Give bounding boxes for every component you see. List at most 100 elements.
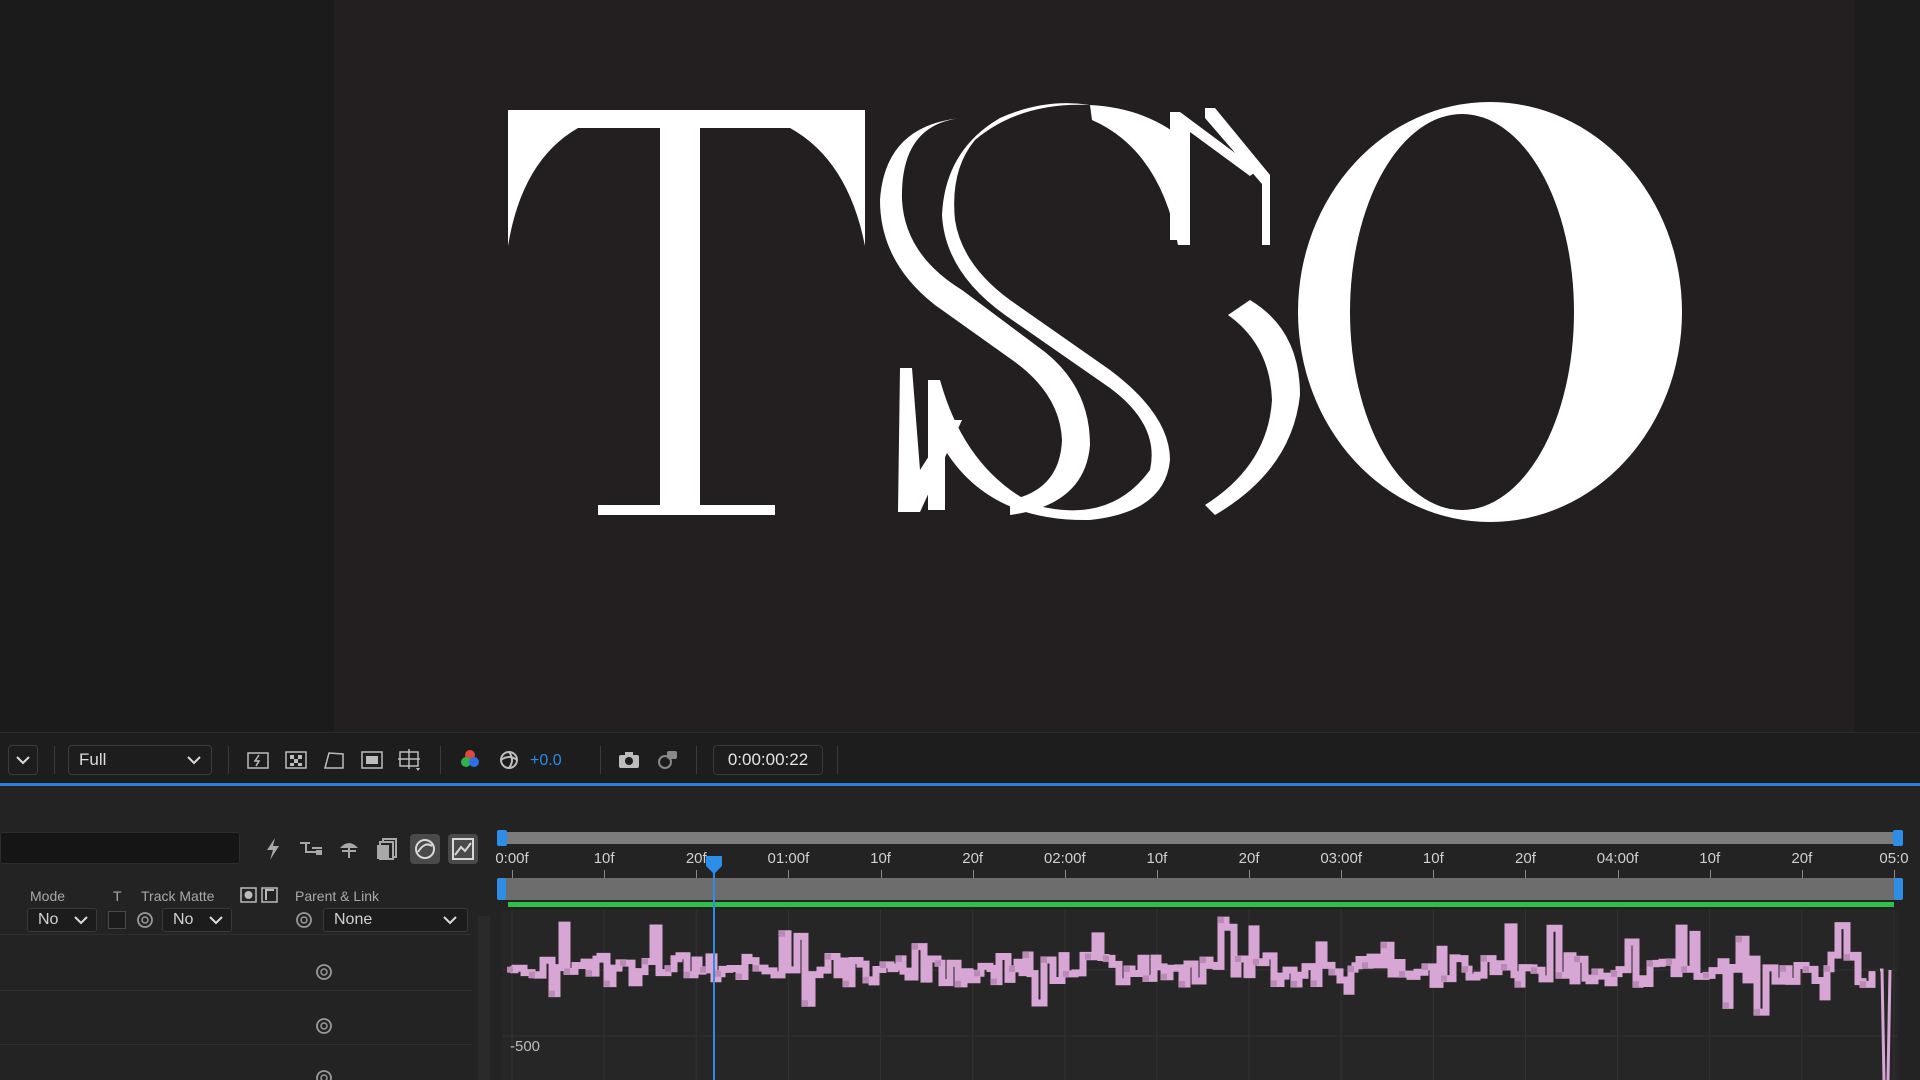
keyframe[interactable]	[1754, 1009, 1760, 1016]
keyframe[interactable]	[1736, 936, 1742, 943]
keyframe[interactable]	[564, 968, 570, 975]
keyframe[interactable]	[896, 955, 902, 962]
mask-visibility-button[interactable]	[319, 745, 349, 775]
keyframe[interactable]	[1860, 981, 1866, 988]
keyframe[interactable]	[1666, 959, 1672, 966]
keyframe[interactable]	[1556, 972, 1562, 979]
frame-blending-button[interactable]	[334, 834, 364, 864]
keyframe[interactable]	[1501, 963, 1507, 970]
keyframe[interactable]	[974, 970, 980, 977]
time-navigator[interactable]	[502, 878, 1898, 900]
keyframe[interactable]	[1009, 965, 1015, 972]
keyframe[interactable]	[1311, 980, 1317, 987]
mode-header[interactable]: Mode	[30, 888, 65, 904]
keyframe[interactable]	[1124, 965, 1130, 972]
parent-pickwhip[interactable]	[293, 910, 315, 935]
graph-view-button[interactable]	[448, 834, 478, 864]
keyframe[interactable]	[507, 966, 513, 973]
keyframe[interactable]	[1235, 956, 1241, 963]
keyframe[interactable]	[1824, 965, 1830, 972]
keyframe[interactable]	[700, 966, 706, 973]
property-pickwhip[interactable]	[313, 1016, 335, 1041]
keyframe[interactable]	[1803, 966, 1809, 973]
layer-search-input[interactable]	[0, 832, 240, 864]
current-time-indicator[interactable]	[713, 860, 715, 1080]
keyframe[interactable]	[1200, 957, 1206, 964]
keyframe[interactable]	[1179, 980, 1185, 987]
keyframe[interactable]	[1218, 917, 1224, 924]
viewer-menu-button[interactable]	[8, 745, 38, 775]
keyframe[interactable]	[1723, 1002, 1729, 1009]
keyframe[interactable]	[1844, 954, 1850, 961]
preserve-transparency-header[interactable]: T	[113, 888, 122, 904]
keyframe[interactable]	[549, 990, 555, 997]
draft-3d-button[interactable]	[258, 834, 288, 864]
color-management-button[interactable]	[494, 745, 524, 775]
keyframe[interactable]	[1161, 973, 1167, 980]
keyframe[interactable]	[1531, 967, 1537, 974]
parent-dropdown[interactable]: None	[323, 908, 468, 932]
navigator-end-handle[interactable]	[1894, 878, 1903, 900]
keyframe[interactable]	[1422, 963, 1428, 970]
keyframe[interactable]	[753, 965, 759, 972]
keyframe[interactable]	[935, 960, 941, 967]
layer-scrollbar[interactable]	[478, 916, 490, 1080]
keyframe[interactable]	[1592, 968, 1598, 975]
keyframe[interactable]	[1703, 972, 1709, 979]
keyframe[interactable]	[1103, 955, 1109, 962]
keyframe[interactable]	[736, 973, 742, 980]
keyframe[interactable]	[880, 961, 886, 968]
resolution-dropdown[interactable]: Full	[68, 745, 212, 775]
keyframe[interactable]	[1780, 965, 1786, 972]
keyframe[interactable]	[1348, 966, 1354, 973]
keyframe[interactable]	[1041, 957, 1047, 964]
keyframe[interactable]	[1399, 971, 1405, 978]
show-snapshot-button[interactable]	[652, 745, 682, 775]
keyframe[interactable]	[642, 958, 648, 965]
keyframe[interactable]	[1143, 975, 1149, 982]
navigator-start-handle[interactable]	[497, 878, 506, 900]
keyframe[interactable]	[912, 943, 918, 950]
graph-editor[interactable]	[502, 910, 1898, 1080]
channels-button[interactable]	[455, 745, 485, 775]
preserve-transparency-checkbox[interactable]	[108, 911, 126, 929]
keyframe[interactable]	[802, 1000, 808, 1007]
keyframe[interactable]	[1574, 956, 1580, 963]
graph-editor-toggle[interactable]	[410, 834, 440, 864]
keyframe[interactable]	[665, 965, 671, 972]
track-matte-dropdown[interactable]: No	[162, 908, 232, 932]
motion-blur-button[interactable]	[372, 834, 402, 864]
keyframe[interactable]	[1611, 970, 1617, 977]
keyframe[interactable]	[1681, 966, 1687, 973]
keyframe[interactable]	[1271, 980, 1277, 987]
keyframe[interactable]	[779, 930, 785, 937]
keyframe[interactable]	[1633, 981, 1639, 988]
work-area-bar[interactable]	[502, 832, 1898, 844]
keyframe[interactable]	[1515, 981, 1521, 988]
region-of-interest-button[interactable]	[357, 745, 387, 775]
transparency-grid-button[interactable]	[281, 745, 311, 775]
keyframe[interactable]	[1253, 958, 1259, 965]
keyframe[interactable]	[1063, 970, 1069, 977]
shy-layers-button[interactable]	[296, 834, 326, 864]
keyframe[interactable]	[620, 960, 626, 967]
keyframe[interactable]	[604, 980, 610, 987]
track-matte-header[interactable]: Track Matte	[141, 888, 214, 904]
keyframe[interactable]	[1085, 953, 1091, 960]
keyframe[interactable]	[684, 971, 690, 978]
keyframe[interactable]	[529, 971, 535, 978]
snapshot-button[interactable]	[614, 745, 644, 775]
keyframe[interactable]	[1291, 981, 1297, 988]
property-pickwhip[interactable]	[313, 1068, 335, 1080]
keyframe[interactable]	[1362, 962, 1368, 969]
keyframe[interactable]	[715, 970, 721, 977]
keyframe[interactable]	[1441, 975, 1447, 982]
keyframe[interactable]	[1329, 968, 1335, 975]
property-pickwhip[interactable]	[313, 962, 335, 987]
keyframe[interactable]	[991, 978, 997, 985]
keyframe[interactable]	[863, 976, 869, 983]
keyframe[interactable]	[955, 980, 961, 987]
keyframe[interactable]	[843, 980, 849, 987]
keyframe[interactable]	[1481, 955, 1487, 962]
grid-guides-button[interactable]	[395, 745, 425, 775]
